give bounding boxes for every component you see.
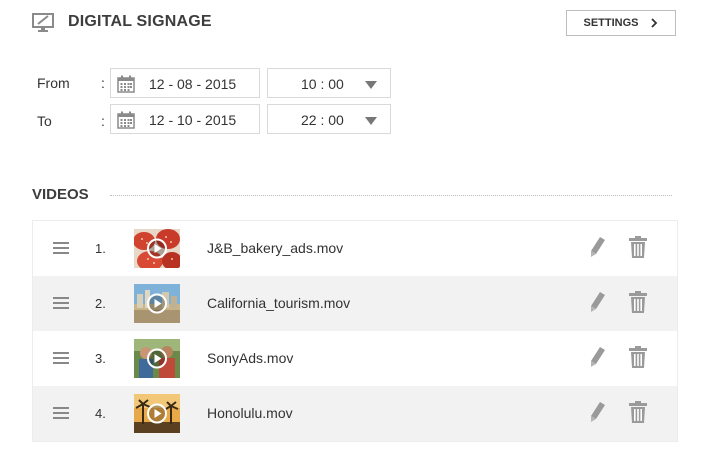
from-time-value: 10 : 00 — [301, 76, 344, 92]
trash-icon[interactable] — [629, 346, 647, 368]
pencil-icon[interactable] — [590, 236, 606, 258]
video-thumbnail[interactable] — [134, 284, 180, 323]
play-icon[interactable] — [147, 403, 167, 424]
from-date-value: 12 - 08 - 2015 — [149, 76, 237, 92]
play-icon[interactable] — [147, 348, 167, 369]
play-icon[interactable] — [147, 238, 167, 259]
video-row[interactable]: 2. California_tourism.mov — [33, 276, 677, 331]
monitor-icon — [32, 13, 54, 32]
video-thumbnail[interactable] — [134, 394, 180, 433]
from-time-select[interactable]: 10 : 00 — [267, 68, 391, 98]
dropdown-arrow-icon[interactable] — [365, 117, 377, 125]
drag-handle-icon[interactable] — [53, 297, 69, 309]
chevron-right-icon — [650, 18, 657, 28]
to-colon: : — [101, 113, 105, 129]
drag-handle-icon[interactable] — [53, 242, 69, 254]
pencil-icon[interactable] — [590, 291, 606, 313]
video-filename: SonyAds.mov — [207, 350, 294, 366]
section-divider — [110, 195, 672, 196]
video-list: 1. J&B_bakery_ads.mov 2. California_tour… — [32, 220, 678, 442]
drag-handle-icon[interactable] — [53, 352, 69, 364]
video-filename: California_tourism.mov — [207, 295, 351, 311]
to-time-value: 22 : 00 — [301, 112, 344, 128]
videos-section-title: VIDEOS — [32, 186, 89, 203]
from-label: From — [37, 75, 70, 91]
settings-button-label: SETTINGS — [583, 17, 639, 29]
pencil-icon[interactable] — [590, 401, 606, 423]
header: DIGITAL SIGNAGE SETTINGS — [32, 10, 676, 36]
video-number: 1. — [95, 241, 106, 256]
to-label: To — [37, 113, 52, 129]
drag-handle-icon[interactable] — [53, 407, 69, 419]
video-row[interactable]: 1. J&B_bakery_ads.mov — [33, 221, 677, 276]
from-date-field[interactable]: 12 - 08 - 2015 — [110, 68, 260, 98]
play-icon[interactable] — [147, 293, 167, 314]
trash-icon[interactable] — [629, 291, 647, 313]
settings-button[interactable]: SETTINGS — [566, 10, 676, 36]
page-title: DIGITAL SIGNAGE — [68, 13, 212, 30]
video-thumbnail[interactable] — [134, 229, 180, 268]
trash-icon[interactable] — [629, 401, 647, 423]
calendar-icon[interactable] — [117, 75, 135, 93]
calendar-icon[interactable] — [117, 111, 135, 129]
video-number: 4. — [95, 406, 106, 421]
to-date-field[interactable]: 12 - 10 - 2015 — [110, 104, 260, 134]
pencil-icon[interactable] — [590, 346, 606, 368]
video-row[interactable]: 4. Honolulu.mov — [33, 386, 677, 441]
dropdown-arrow-icon[interactable] — [365, 81, 377, 89]
video-thumbnail[interactable] — [134, 339, 180, 378]
from-colon: : — [101, 75, 105, 91]
to-time-select[interactable]: 22 : 00 — [267, 104, 391, 134]
video-row[interactable]: 3. SonyAds.mov — [33, 331, 677, 386]
video-filename: Honolulu.mov — [207, 405, 293, 421]
to-date-value: 12 - 10 - 2015 — [149, 112, 237, 128]
trash-icon[interactable] — [629, 236, 647, 258]
video-number: 2. — [95, 296, 106, 311]
video-number: 3. — [95, 351, 106, 366]
video-filename: J&B_bakery_ads.mov — [207, 240, 344, 256]
